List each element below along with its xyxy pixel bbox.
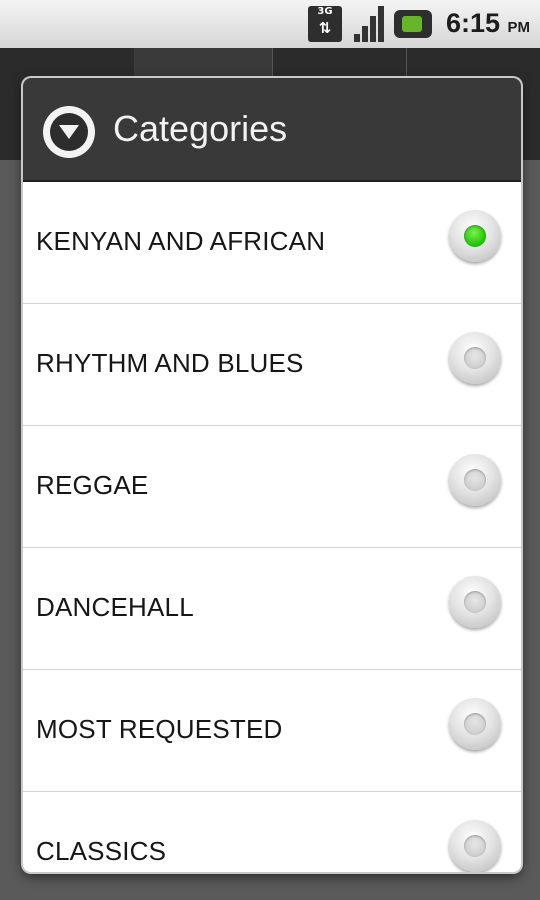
category-option-label: DANCEHALL xyxy=(36,592,194,622)
category-option-label: RHYTHM AND BLUES xyxy=(36,348,304,378)
radio-button[interactable] xyxy=(449,454,501,506)
dialog-header: Categories xyxy=(23,78,521,182)
category-option-most-requested[interactable]: MOST REQUESTED xyxy=(23,670,521,792)
radio-button[interactable] xyxy=(449,576,501,628)
category-option-label: REGGAE xyxy=(36,470,149,500)
radio-button[interactable] xyxy=(449,332,501,384)
radio-indicator-icon xyxy=(464,347,486,369)
3g-data-icon: 3G ⇅ xyxy=(308,6,342,42)
clock-ampm: PM xyxy=(507,19,531,36)
category-option-label: CLASSICS xyxy=(36,836,167,866)
status-bar: 3G ⇅ 6:15 PM xyxy=(0,0,540,49)
category-option-classics[interactable]: CLASSICS xyxy=(23,792,521,872)
battery-icon xyxy=(394,10,432,38)
radio-indicator-icon xyxy=(464,835,486,857)
categories-dialog: Categories KENYAN AND AFRICAN RHYTHM AND… xyxy=(23,78,521,872)
category-option-kenyan-and-african[interactable]: KENYAN AND AFRICAN xyxy=(23,182,521,304)
clock: 6:15 PM xyxy=(446,8,530,39)
dropdown-arrow-icon xyxy=(43,106,95,158)
radio-button-selected[interactable] xyxy=(449,210,501,262)
clock-time: 6:15 xyxy=(445,8,500,38)
radio-indicator-icon xyxy=(464,225,486,247)
category-option-label: KENYAN AND AFRICAN xyxy=(36,226,326,256)
radio-indicator-icon xyxy=(464,713,486,735)
category-option-reggae[interactable]: REGGAE xyxy=(23,426,521,548)
category-option-label: MOST REQUESTED xyxy=(36,714,283,744)
radio-indicator-icon xyxy=(464,591,486,613)
category-options-list: KENYAN AND AFRICAN RHYTHM AND BLUES REGG… xyxy=(23,182,521,872)
signal-strength-icon xyxy=(352,6,386,42)
category-option-rhythm-and-blues[interactable]: RHYTHM AND BLUES xyxy=(23,304,521,426)
dialog-title: Categories xyxy=(113,108,288,149)
radio-button[interactable] xyxy=(449,820,501,872)
radio-button[interactable] xyxy=(449,698,501,750)
radio-indicator-icon xyxy=(464,469,486,491)
category-option-dancehall[interactable]: DANCEHALL xyxy=(23,548,521,670)
